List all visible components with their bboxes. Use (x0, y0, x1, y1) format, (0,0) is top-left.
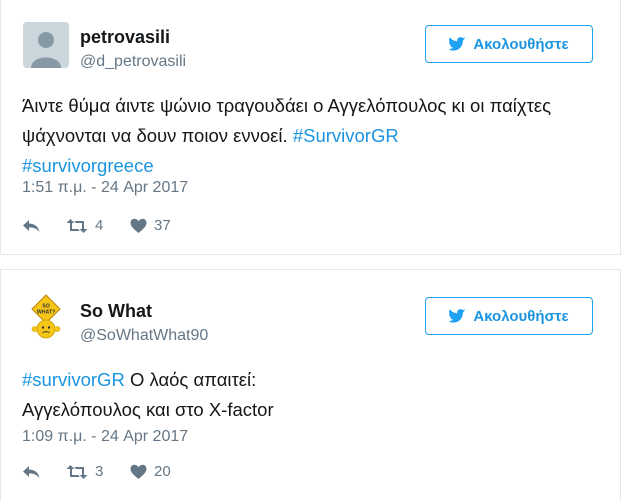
svg-text:WHAT?: WHAT? (37, 310, 55, 316)
tweet-text-body: Άιντε θύμα άιντε ψώνιο τραγουδάει ο Αγγε… (22, 95, 552, 146)
retweet-button[interactable]: 4 (66, 217, 130, 234)
like-button[interactable]: 20 (130, 463, 171, 480)
twitter-bird-icon (449, 37, 466, 51)
retweet-count: 4 (95, 217, 104, 234)
reply-button[interactable] (22, 464, 66, 480)
hashtag-link[interactable]: #survivorGR (22, 369, 125, 390)
tweet-text-body: Αγγελόπουλος και στο X-factor (22, 399, 274, 420)
tweet-card: SO WHAT? So What @SoWhatWhat90 Ακολουθήσ… (0, 269, 621, 500)
heart-icon (130, 218, 147, 233)
display-name[interactable]: petrovasili (80, 26, 186, 48)
tweet-card: petrovasili @d_petrovasili Ακολουθήστε Ά… (0, 0, 621, 255)
retweet-count: 3 (95, 463, 104, 480)
user-handle[interactable]: @d_petrovasili (80, 51, 186, 73)
tweet-actions: 3 20 (22, 463, 171, 480)
default-avatar-icon (23, 22, 69, 68)
follow-button[interactable]: Ακολουθήστε (425, 25, 593, 63)
reply-button[interactable] (22, 218, 66, 234)
follow-button[interactable]: Ακολουθήστε (425, 297, 593, 335)
tweet-timestamp[interactable]: 1:51 π.μ. - 24 Apr 2017 (22, 179, 188, 197)
display-name[interactable]: So What (80, 300, 208, 322)
retweet-button[interactable]: 3 (66, 463, 130, 480)
tweet-timestamp[interactable]: 1:09 π.μ. - 24 Apr 2017 (22, 428, 188, 446)
retweet-icon (66, 218, 88, 233)
like-count: 20 (154, 463, 171, 480)
avatar[interactable] (23, 22, 69, 68)
user-names[interactable]: So What @SoWhatWhat90 (80, 300, 208, 347)
user-handle[interactable]: @SoWhatWhat90 (80, 325, 208, 347)
reply-icon (23, 465, 40, 478)
user-names[interactable]: petrovasili @d_petrovasili (80, 26, 186, 73)
twitter-bird-icon (449, 309, 466, 323)
hashtag-link[interactable]: #SurvivorGR (293, 125, 399, 146)
tweet-text-body: Ο λαός απαιτεί: (124, 369, 257, 390)
avatar[interactable]: SO WHAT? (23, 294, 69, 340)
tweet-text: Άιντε θύμα άιντε ψώνιο τραγουδάει ο Αγγε… (22, 91, 602, 181)
retweet-icon (66, 464, 88, 479)
like-count: 37 (154, 217, 171, 234)
tweet-text: #survivorGR Ο λαός απαιτεί: Αγγελόπουλος… (22, 365, 602, 425)
hashtag-link[interactable]: #survivorgreece (22, 155, 154, 176)
so-what-sign-avatar-icon: SO WHAT? (23, 294, 69, 340)
follow-label: Ακολουθήστε (473, 35, 569, 53)
heart-icon (130, 464, 147, 479)
reply-icon (23, 219, 40, 232)
like-button[interactable]: 37 (130, 217, 171, 234)
tweet-actions: 4 37 (22, 217, 171, 234)
follow-label: Ακολουθήστε (473, 307, 569, 325)
